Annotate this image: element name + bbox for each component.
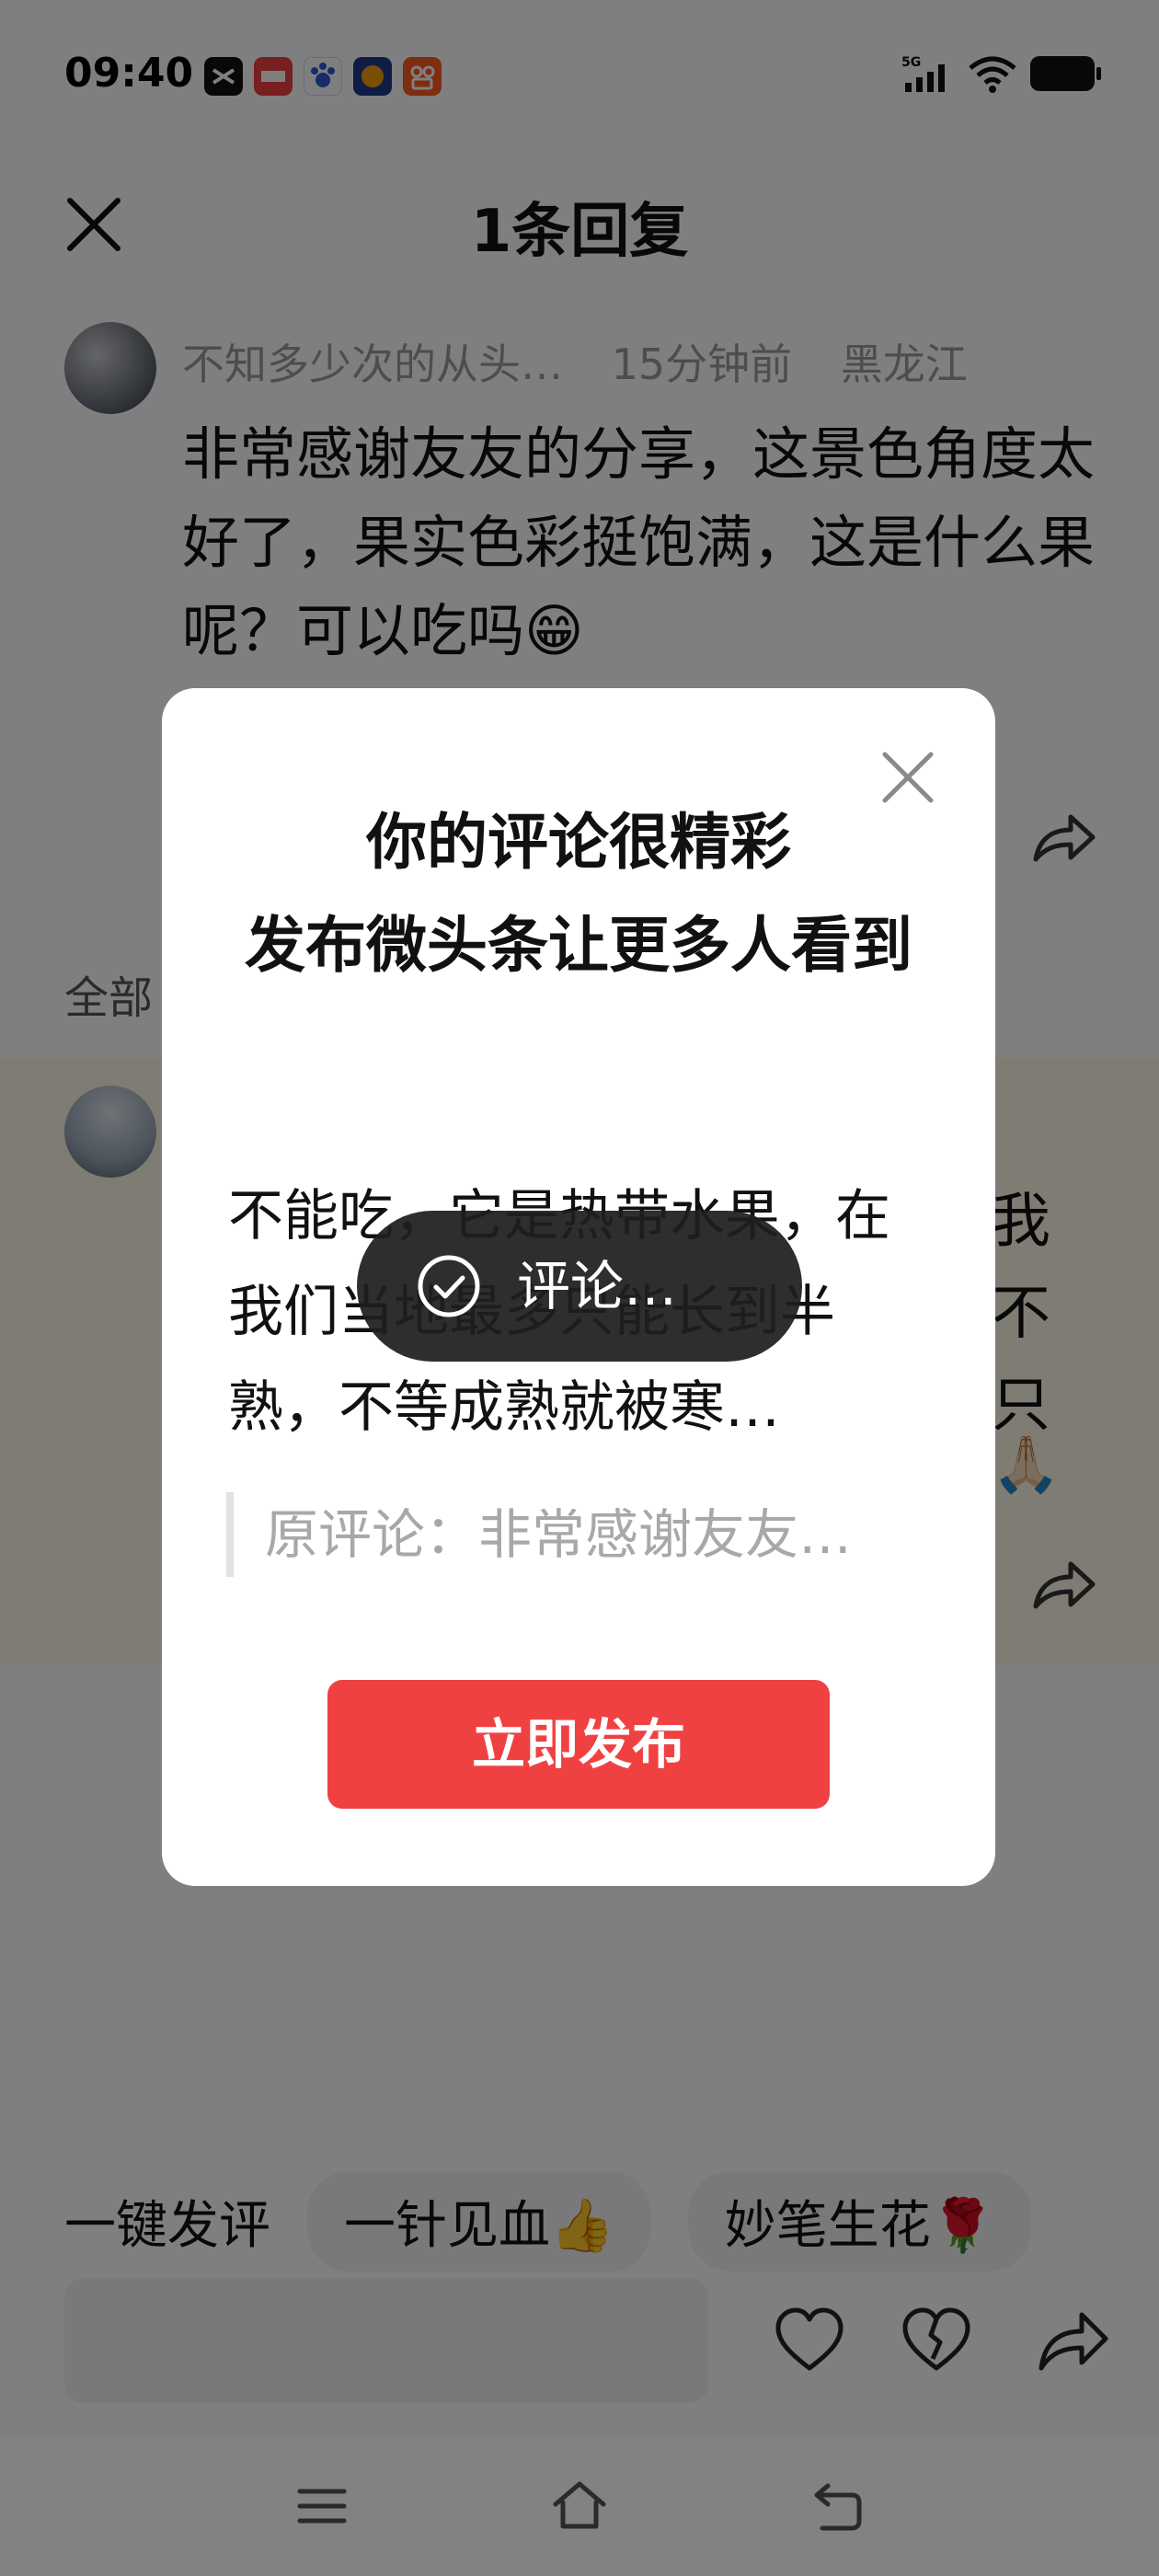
dialog-title-line: 你的评论很精彩 bbox=[366, 807, 791, 878]
publish-now-button[interactable]: 立即发布 bbox=[327, 1680, 830, 1809]
menu-icon[interactable] bbox=[291, 2475, 353, 2537]
home-icon[interactable] bbox=[548, 2475, 611, 2537]
toast-text: 评论… bbox=[517, 1255, 678, 1317]
original-comment-quote: 原评论：非常感谢友友… bbox=[226, 1492, 925, 1577]
toast: 评论… bbox=[357, 1211, 802, 1362]
check-circle-icon bbox=[418, 1255, 480, 1317]
dialog-title-line: 发布微头条让更多人看到 bbox=[245, 910, 912, 981]
back-icon[interactable] bbox=[806, 2475, 868, 2537]
dialog-title: 你的评论很精彩 发布微头条让更多人看到 bbox=[162, 791, 995, 997]
